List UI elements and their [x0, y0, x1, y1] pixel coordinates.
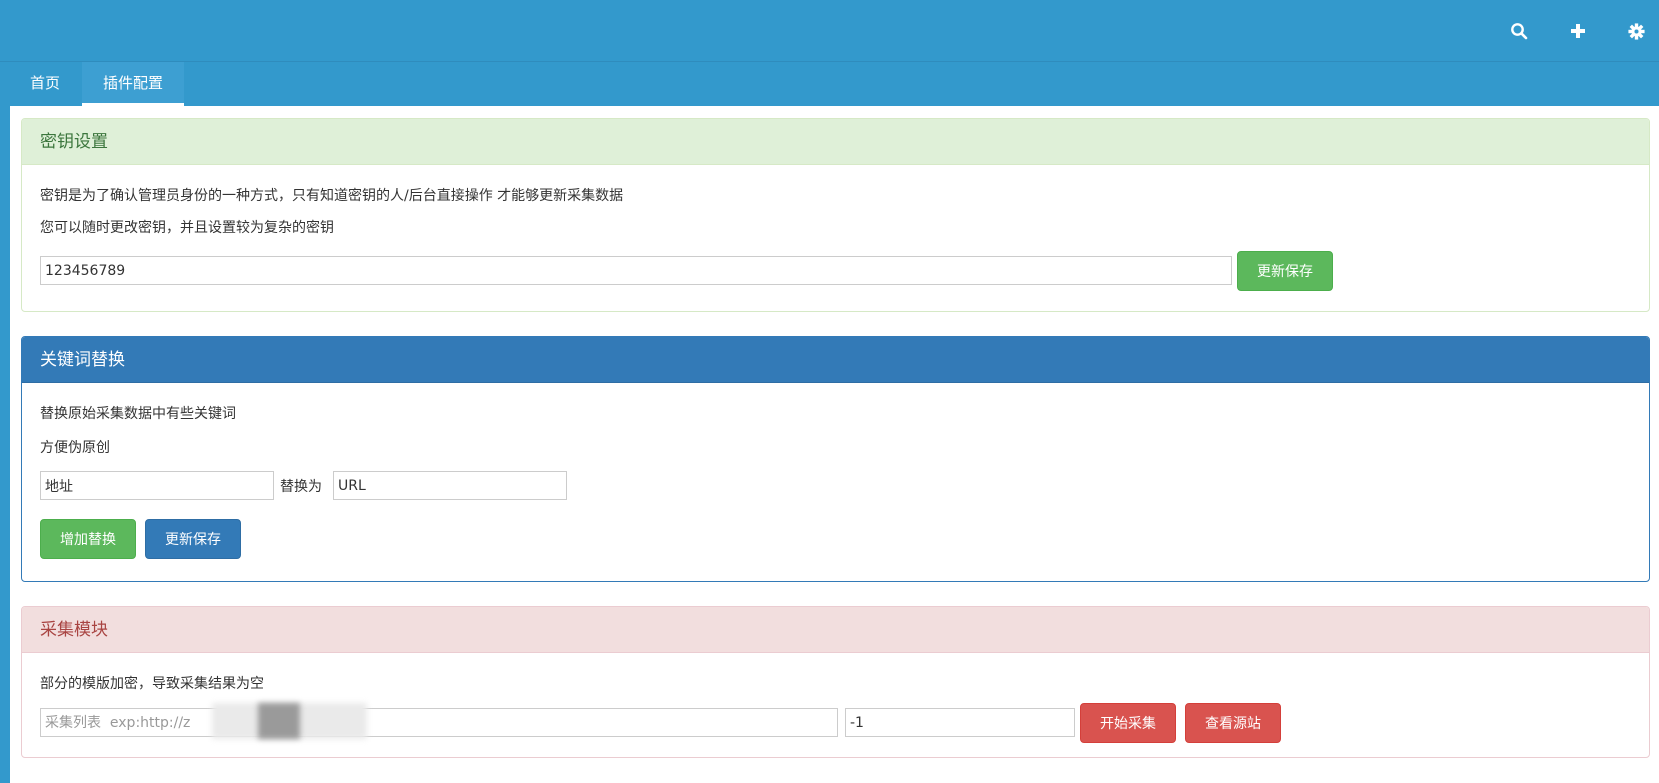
key-settings-panel: 密钥设置 密钥是为了确认管理员身份的一种方式，只有知道密钥的人/后台直接操作 才…	[21, 118, 1650, 312]
tab-bar: 首页 插件配置	[0, 62, 1659, 106]
search-icon[interactable]	[1508, 20, 1530, 42]
collect-list-input[interactable]	[40, 708, 838, 737]
add-replace-button[interactable]: 增加替换	[40, 519, 136, 559]
replace-save-button[interactable]: 更新保存	[145, 519, 241, 559]
redacted-url-blur-dark	[258, 703, 300, 739]
plus-icon[interactable]	[1567, 20, 1589, 42]
key-save-button[interactable]: 更新保存	[1237, 251, 1333, 291]
keyword-replace-desc-2: 方便伪原创	[40, 440, 110, 456]
view-source-button[interactable]: 查看源站	[1185, 703, 1281, 743]
tab-plugin-config[interactable]: 插件配置	[82, 62, 184, 106]
key-settings-desc-1: 密钥是为了确认管理员身份的一种方式，只有知道密钥的人/后台直接操作 才能够更新采…	[40, 188, 624, 204]
key-settings-title: 密钥设置	[22, 119, 1649, 165]
replace-from-input[interactable]	[40, 471, 274, 500]
tab-home[interactable]: 首页	[18, 62, 72, 104]
keyword-replace-title: 关键词替换	[22, 337, 1649, 383]
top-navbar	[0, 0, 1659, 62]
replace-with-label: 替换为	[280, 479, 322, 495]
collect-count-input[interactable]	[845, 708, 1075, 737]
secret-key-input[interactable]	[40, 256, 1232, 285]
key-settings-desc-2: 您可以随时更改密钥，并且设置较为复杂的密钥	[40, 220, 334, 236]
replace-to-input[interactable]	[333, 471, 567, 500]
keyword-replace-panel: 关键词替换 替换原始采集数据中有些关键词 方便伪原创 替换为 增加替换 更新保存	[21, 336, 1650, 582]
start-collect-button[interactable]: 开始采集	[1080, 703, 1176, 743]
collect-module-title: 采集模块	[22, 607, 1649, 653]
keyword-replace-desc-1: 替换原始采集数据中有些关键词	[40, 406, 236, 422]
gear-icon[interactable]	[1625, 20, 1647, 42]
main-content: 密钥设置 密钥是为了确认管理员身份的一种方式，只有知道密钥的人/后台直接操作 才…	[10, 106, 1659, 783]
collect-module-desc: 部分的模版加密，导致采集结果为空	[40, 676, 264, 692]
collect-module-panel: 采集模块 部分的模版加密，导致采集结果为空 开始采集 查看源站	[21, 606, 1650, 758]
